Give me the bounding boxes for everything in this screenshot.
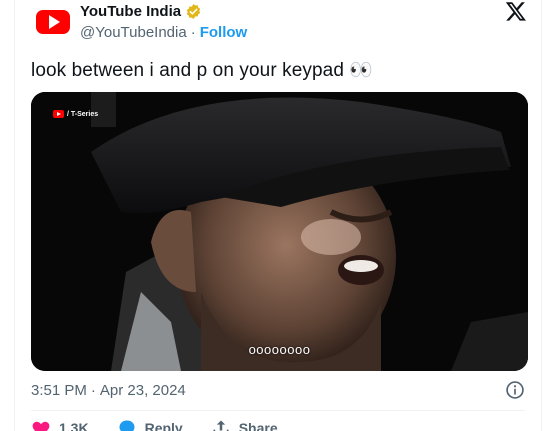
tweet-text: look between i and p on your keypad 👀 <box>31 60 374 81</box>
action-bar: 1.3K Reply Share <box>31 418 306 431</box>
author-name-row: YouTube India <box>80 3 202 20</box>
avatar[interactable] <box>35 4 71 40</box>
x-logo-icon[interactable] <box>505 0 527 22</box>
video-frame-image <box>31 92 528 371</box>
reply-button[interactable]: Reply <box>117 418 183 431</box>
watermark-text: / T-Series <box>67 110 99 118</box>
verified-gold-badge-icon <box>186 4 201 19</box>
like-button[interactable]: 1.3K <box>31 418 89 431</box>
info-circle-icon[interactable] <box>505 380 525 400</box>
youtube-logo-icon <box>36 10 70 34</box>
like-count: 1.3K <box>59 420 89 431</box>
author-handle-row: @YouTubeIndia · Follow <box>80 24 247 41</box>
timestamp-separator: · <box>90 382 96 399</box>
divider <box>31 410 525 411</box>
follow-button[interactable]: Follow <box>200 24 248 41</box>
reply-bubble-icon <box>119 420 135 431</box>
reply-label: Reply <box>144 420 183 431</box>
tweet-header: YouTube India @YouTubeIndia · Follow <box>15 0 541 52</box>
author-handle[interactable]: @YouTubeIndia <box>80 24 187 41</box>
tweet-card: YouTube India @YouTubeIndia · Follow loo… <box>14 0 542 431</box>
video-subtitle: oooooooo <box>248 342 311 357</box>
heart-icon <box>32 421 50 431</box>
share-label: Share <box>238 420 278 431</box>
author-display-name[interactable]: YouTube India <box>80 3 181 20</box>
video-media[interactable]: / T-Series oooooooo <box>31 92 528 371</box>
share-icon <box>213 420 229 431</box>
tweet-timestamp[interactable]: 3:51 PM · Apr 23, 2024 <box>31 382 186 399</box>
tweet-time: 3:51 PM <box>31 382 87 399</box>
video-watermark: / T-Series <box>53 110 98 118</box>
tweet-date: Apr 23, 2024 <box>99 382 186 399</box>
handle-separator: · <box>190 24 196 41</box>
share-button[interactable]: Share <box>211 418 278 431</box>
youtube-watermark-icon <box>53 110 64 118</box>
